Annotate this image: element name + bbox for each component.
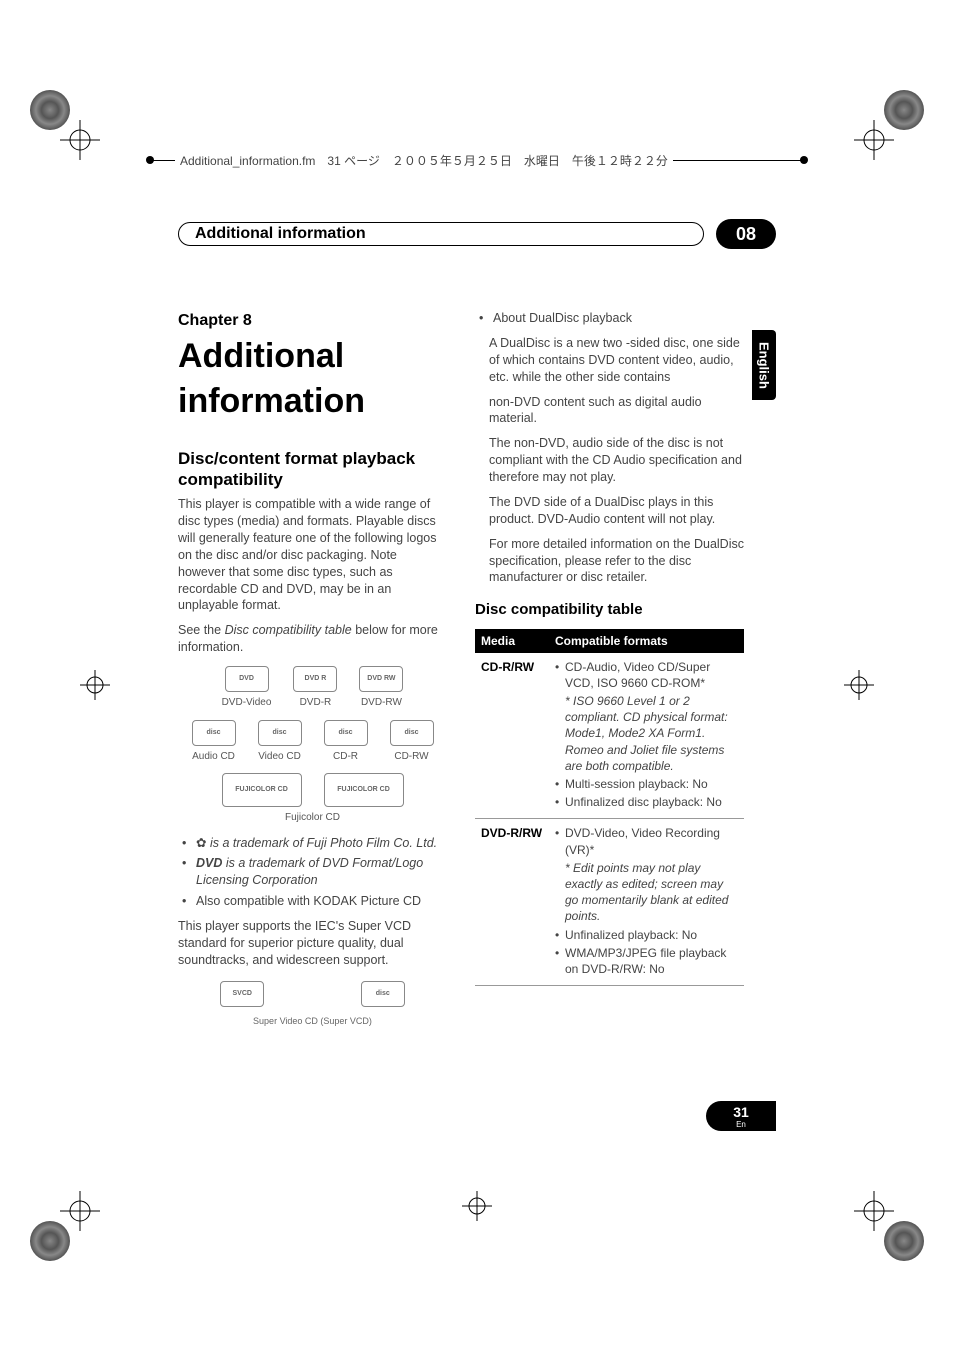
- page-footer: 31 En: [706, 1101, 776, 1131]
- table-row: CD-R/RWCD-Audio, Video CD/Super VCD, ISO…: [475, 653, 744, 819]
- body-p2: See the Disc compatibility table below f…: [178, 622, 447, 656]
- chapter-label: Chapter 8: [178, 310, 447, 332]
- kodak-text: Also compatible with KODAK Picture CD: [196, 894, 421, 908]
- cell-line: Unfinalized disc playback: No: [555, 794, 738, 810]
- logo-fujicolor-2: FUJICOLOR CD: [324, 773, 404, 807]
- cell-line: DVD-Video, Video Recording (VR)*: [555, 825, 738, 857]
- logo-caption-audio-cd: Audio CD: [192, 751, 235, 762]
- cropmark-bottom-left: [60, 1191, 100, 1231]
- kodak-note: Also compatible with KODAK Picture CD: [182, 893, 447, 910]
- cropmark-mid-right: [844, 670, 874, 700]
- trademark-dvd: DVD is a trademark of DVD Format/Logo Li…: [182, 855, 447, 889]
- logo-caption-video-cd: Video CD: [258, 751, 301, 762]
- cell-line: Multi-session playback: No: [555, 776, 738, 792]
- dualdisc-p2: non-DVD content such as digital audio ma…: [489, 394, 744, 428]
- section-number: 08: [716, 219, 776, 249]
- page-lang: En: [736, 1120, 746, 1129]
- dualdisc-p4: The DVD side of a DualDisc plays in this…: [489, 494, 744, 528]
- trademark-dvd-text: is a trademark of DVD Format/Logo Licens…: [196, 856, 423, 887]
- logo-cd-r: discCD-R: [324, 720, 368, 764]
- dualdisc-title: About DualDisc playback: [479, 310, 744, 327]
- cell-line: CD-Audio, Video CD/Super VCD, ISO 9660 C…: [555, 659, 738, 691]
- cell-line: * Edit points may not play exactly as ed…: [555, 860, 738, 925]
- body-p2b: Disc compatibility table: [225, 623, 352, 637]
- logo-dvd-video: DVDDVD-Video: [222, 666, 272, 710]
- cell-line: WMA/MP3/JPEG file playback on DVD-R/RW: …: [555, 945, 738, 977]
- right-column: About DualDisc playback A DualDisc is a …: [475, 310, 744, 1027]
- logo-row-1: DVDDVD-Video DVD RDVD-R DVD RWDVD-RW: [178, 666, 447, 710]
- logo-row-3: FUJICOLOR CD FUJICOLOR CD: [178, 773, 447, 807]
- cropmark-top-left: [60, 120, 100, 160]
- logo-video-cd: discVideo CD: [258, 720, 302, 764]
- content-area: Chapter 8 Additional information Disc/co…: [178, 310, 744, 1027]
- chapter-title: Additional information: [178, 334, 447, 426]
- table-heading: Disc compatibility table: [475, 600, 744, 620]
- table-header-row: Media Compatible formats: [475, 629, 744, 653]
- dualdisc-p3: The non-DVD, audio side of the disc is n…: [489, 435, 744, 486]
- compat-table: Media Compatible formats CD-R/RWCD-Audio…: [475, 629, 744, 987]
- cell-formats: CD-Audio, Video CD/Super VCD, ISO 9660 C…: [549, 653, 744, 819]
- logo-fujicolor-1: FUJICOLOR CD: [222, 773, 302, 807]
- language-tab: English: [752, 330, 776, 400]
- svcd-logo-2: disc: [361, 981, 405, 1007]
- cell-formats: DVD-Video, Video Recording (VR)** Edit p…: [549, 819, 744, 986]
- dvd-icon: DVD: [196, 856, 222, 870]
- svcd-paragraph: This player supports the IEC's Super VCD…: [178, 918, 447, 969]
- left-column: Chapter 8 Additional information Disc/co…: [178, 310, 447, 1027]
- cropmark-top-right: [854, 120, 894, 160]
- logo-audio-cd: discAudio CD: [192, 720, 236, 764]
- cell-line: * ISO 9660 Level 1 or 2 compliant. CD ph…: [555, 693, 738, 774]
- body-p2a: See the: [178, 623, 225, 637]
- th-formats: Compatible formats: [549, 629, 744, 653]
- trademark-fuji-text: is a trademark of Fuji Photo Film Co. Lt…: [206, 836, 437, 850]
- dualdisc-list: About DualDisc playback: [475, 310, 744, 327]
- cropmark-mid-bottom: [462, 1191, 492, 1221]
- dualdisc-p1: A DualDisc is a new two -sided disc, one…: [489, 335, 744, 386]
- page-number: 31: [733, 1104, 749, 1120]
- logo-caption-cd-rw: CD-RW: [394, 751, 428, 762]
- section-header: Additional information 08: [178, 218, 776, 250]
- svcd-logo-row: SVCD disc: [178, 981, 447, 1011]
- logo-caption-dvd-r: DVD-R: [300, 697, 332, 708]
- cell-line: Unfinalized playback: No: [555, 927, 738, 943]
- cell-media: DVD-R/RW: [475, 819, 549, 986]
- dualdisc-body: A DualDisc is a new two -sided disc, one…: [475, 335, 744, 586]
- cropmark-mid-left: [80, 670, 110, 700]
- trademark-list: ✿ is a trademark of Fuji Photo Film Co. …: [178, 835, 447, 911]
- svcd-caption: Super Video CD (Super VCD): [178, 1015, 447, 1027]
- logo-caption-cd-r: CD-R: [333, 751, 358, 762]
- table-row: DVD-R/RWDVD-Video, Video Recording (VR)*…: [475, 819, 744, 986]
- section-title: Additional information: [178, 222, 704, 246]
- logo-row-2: discAudio CD discVideo CD discCD-R discC…: [178, 720, 447, 764]
- body-p1: This player is compatible with a wide ra…: [178, 496, 447, 614]
- dualdisc-p5: For more detailed information on the Dua…: [489, 536, 744, 587]
- header-filename: Additional_information.fm 31 ページ ２００５年５月…: [175, 152, 673, 169]
- subheading-disc-compat: Disc/content format playback compatibili…: [178, 449, 447, 490]
- logo-cd-rw: discCD-RW: [390, 720, 434, 764]
- logo-dvd-r: DVD RDVD-R: [293, 666, 337, 710]
- logo-caption-fujicolor: Fujicolor CD: [178, 811, 447, 825]
- logo-caption-dvd-video: DVD-Video: [222, 697, 272, 708]
- svcd-logo-1: SVCD: [220, 981, 264, 1007]
- logo-caption-dvd-rw: DVD-RW: [361, 697, 402, 708]
- trademark-fuji: ✿ is a trademark of Fuji Photo Film Co. …: [182, 835, 447, 852]
- fuji-icon: ✿: [196, 836, 206, 850]
- cropmark-bottom-right: [854, 1191, 894, 1231]
- th-media: Media: [475, 629, 549, 653]
- logo-dvd-rw: DVD RWDVD-RW: [359, 666, 403, 710]
- cell-media: CD-R/RW: [475, 653, 549, 819]
